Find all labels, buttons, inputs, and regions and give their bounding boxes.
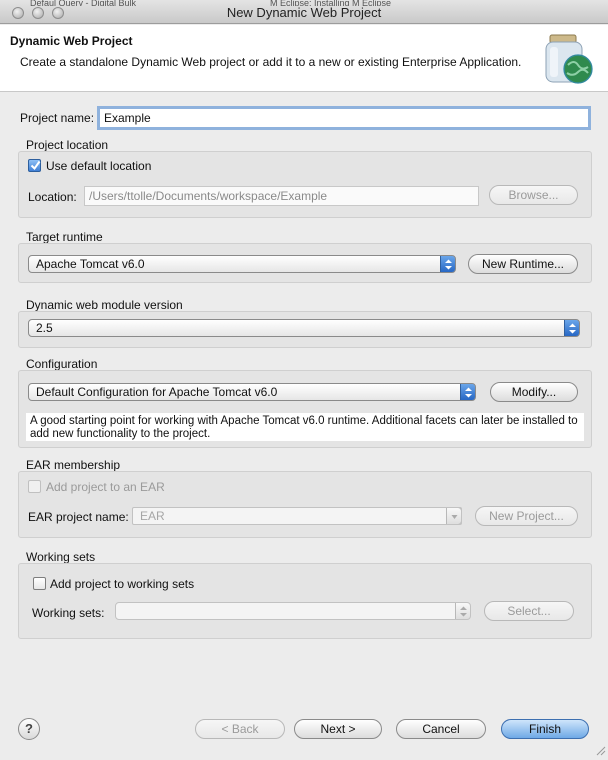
module-version-selected: 2.5 — [36, 321, 53, 335]
window-title: New Dynamic Web Project — [226, 5, 382, 20]
modify-button[interactable]: Modify... — [490, 382, 578, 402]
add-to-ear-label: Add project to an EAR — [46, 480, 165, 494]
use-default-location-label: Use default location — [46, 159, 152, 173]
wizard-header: Dynamic Web Project Create a standalone … — [0, 25, 608, 92]
up-down-arrows-icon — [460, 384, 475, 400]
working-sets-group-label: Working sets — [26, 550, 96, 564]
resize-grip-icon[interactable] — [594, 744, 606, 756]
project-name-label: Project name: — [20, 111, 95, 125]
ear-membership-group-label: EAR membership — [26, 458, 121, 472]
ear-project-name-value: EAR — [140, 509, 165, 523]
page-description: Create a standalone Dynamic Web project … — [20, 55, 522, 69]
working-sets-select[interactable] — [115, 602, 471, 620]
configuration-description: A good starting point for working with A… — [26, 413, 584, 441]
finish-button[interactable]: Finish — [501, 719, 589, 739]
target-runtime-group-label: Target runtime — [26, 230, 103, 244]
help-button[interactable]: ? — [18, 718, 40, 740]
checkmark-icon — [30, 160, 41, 171]
project-location-group-label: Project location — [26, 138, 109, 152]
up-down-arrows-icon — [455, 603, 470, 619]
configuration-selected: Default Configuration for Apache Tomcat … — [36, 385, 278, 399]
target-runtime-select[interactable]: Apache Tomcat v6.0 — [28, 255, 456, 273]
cancel-button[interactable]: Cancel — [396, 719, 486, 739]
next-button[interactable]: Next > — [294, 719, 382, 739]
new-ear-project-button[interactable]: New Project... — [475, 506, 578, 526]
ear-project-name-select[interactable]: EAR — [132, 507, 462, 525]
location-label: Location: — [28, 190, 77, 204]
up-down-arrows-icon — [564, 320, 579, 336]
back-button[interactable]: < Back — [195, 719, 285, 739]
use-default-location-checkbox[interactable] — [28, 159, 41, 172]
page-title: Dynamic Web Project — [10, 34, 133, 48]
working-sets-label: Working sets: — [32, 606, 105, 620]
add-to-working-sets-checkbox[interactable] — [33, 577, 46, 590]
add-to-working-sets-label: Add project to working sets — [50, 577, 195, 591]
web-project-jar-globe-icon — [540, 33, 596, 90]
target-runtime-selected: Apache Tomcat v6.0 — [36, 257, 145, 271]
up-down-arrows-icon — [440, 256, 455, 272]
new-runtime-button[interactable]: New Runtime... — [468, 254, 578, 274]
configuration-select[interactable]: Default Configuration for Apache Tomcat … — [28, 383, 476, 401]
select-working-sets-button[interactable]: Select... — [484, 601, 574, 621]
window-titlebar[interactable]: Defaul Query - Digital Bulk M Eclipse: I… — [0, 0, 608, 24]
configuration-group-label: Configuration — [26, 357, 98, 371]
project-name-input[interactable]: Example — [97, 106, 591, 130]
location-input[interactable]: /Users/ttolle/Documents/workspace/Exampl… — [84, 186, 479, 206]
chevron-down-icon — [446, 508, 461, 524]
module-version-select[interactable]: 2.5 — [28, 319, 580, 337]
ear-project-name-label: EAR project name: — [28, 510, 129, 524]
question-mark-icon: ? — [25, 721, 33, 736]
module-version-group-label: Dynamic web module version — [26, 298, 183, 312]
add-to-ear-checkbox[interactable] — [28, 480, 41, 493]
browse-button[interactable]: Browse... — [489, 185, 578, 205]
